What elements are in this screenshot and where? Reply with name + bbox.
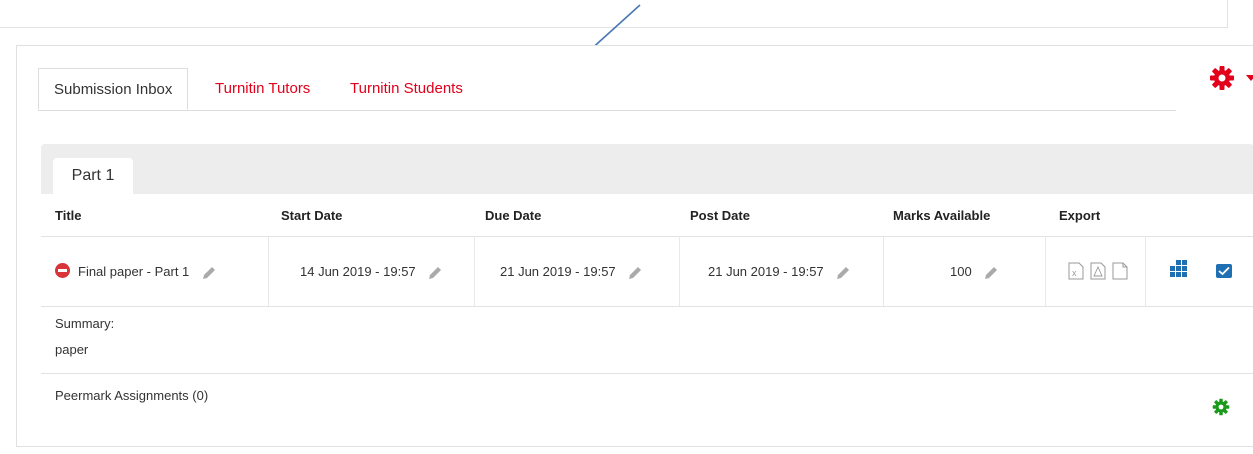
pdf-export-icon[interactable] — [1090, 262, 1106, 280]
pencil-icon[interactable] — [835, 265, 851, 281]
assignment-title-text: Final paper - Part 1 — [78, 264, 190, 279]
pencil-icon[interactable] — [427, 265, 443, 281]
pencil-icon[interactable] — [983, 265, 999, 281]
email-icon[interactable] — [1216, 264, 1232, 278]
summary-label: Summary: — [55, 316, 115, 331]
pencil-icon[interactable] — [201, 265, 217, 281]
file-export-icon[interactable] — [1112, 262, 1128, 280]
chevron-down-icon[interactable] — [1246, 73, 1253, 83]
header-due-date: Due Date — [485, 208, 542, 223]
post-date-value: 21 Jun 2019 - 19:57 — [708, 264, 824, 279]
tab-turnitin-students[interactable]: Turnitin Students — [350, 68, 463, 110]
peermark-settings-gear-icon[interactable] — [1212, 398, 1230, 416]
cell-post-date: 21 Jun 2019 - 19:57 — [680, 236, 884, 306]
header-marks-available: Marks Available — [893, 208, 991, 223]
due-date-value: 21 Jun 2019 - 19:57 — [500, 264, 616, 279]
table-header: Title Start Date Due Date Post Date Mark… — [41, 194, 1253, 237]
tab-part-1[interactable]: Part 1 — [53, 158, 133, 194]
cell-actions — [1146, 236, 1253, 306]
cell-marks: 100 — [884, 236, 1046, 306]
marks-value: 100 — [950, 264, 972, 279]
summary-section: Summary: paper — [41, 306, 1253, 374]
excel-export-icon[interactable]: x — [1068, 262, 1084, 280]
table-row: Final paper - Part 1 14 Jun 2019 - 19:57… — [41, 236, 1253, 307]
part-header: Part 1 — [41, 144, 1253, 194]
assignment-panel: Submission Inbox Turnitin Tutors Turniti… — [16, 45, 1253, 447]
top-strip — [0, 0, 1228, 28]
cell-due-date: 21 Jun 2019 - 19:57 — [475, 236, 680, 306]
peermark-label: Peermark Assignments (0) — [55, 388, 209, 403]
no-entry-icon — [55, 263, 70, 278]
tab-turnitin-tutors[interactable]: Turnitin Tutors — [215, 68, 310, 110]
grademark-grid-icon[interactable] — [1168, 260, 1188, 280]
tab-submission-inbox[interactable]: Submission Inbox — [38, 68, 189, 110]
cell-start-date: 14 Jun 2019 - 19:57 — [269, 236, 475, 306]
svg-text:x: x — [1072, 268, 1077, 278]
settings-gear-icon[interactable] — [1209, 65, 1235, 91]
peermark-section: Peermark Assignments (0) — [41, 374, 1253, 454]
header-post-date: Post Date — [690, 208, 750, 223]
header-start-date: Start Date — [281, 208, 343, 223]
summary-text: paper — [55, 342, 89, 357]
cell-title: Final paper - Part 1 — [41, 236, 269, 306]
pencil-icon[interactable] — [627, 265, 643, 281]
cell-export: x — [1046, 236, 1146, 306]
header-export: Export — [1059, 208, 1101, 223]
tab-bar: Submission Inbox Turnitin Tutors Turniti… — [38, 68, 1176, 111]
assignment-title: Final paper - Part 1 — [78, 264, 217, 281]
start-date-value: 14 Jun 2019 - 19:57 — [300, 264, 416, 279]
header-title: Title — [55, 208, 82, 223]
